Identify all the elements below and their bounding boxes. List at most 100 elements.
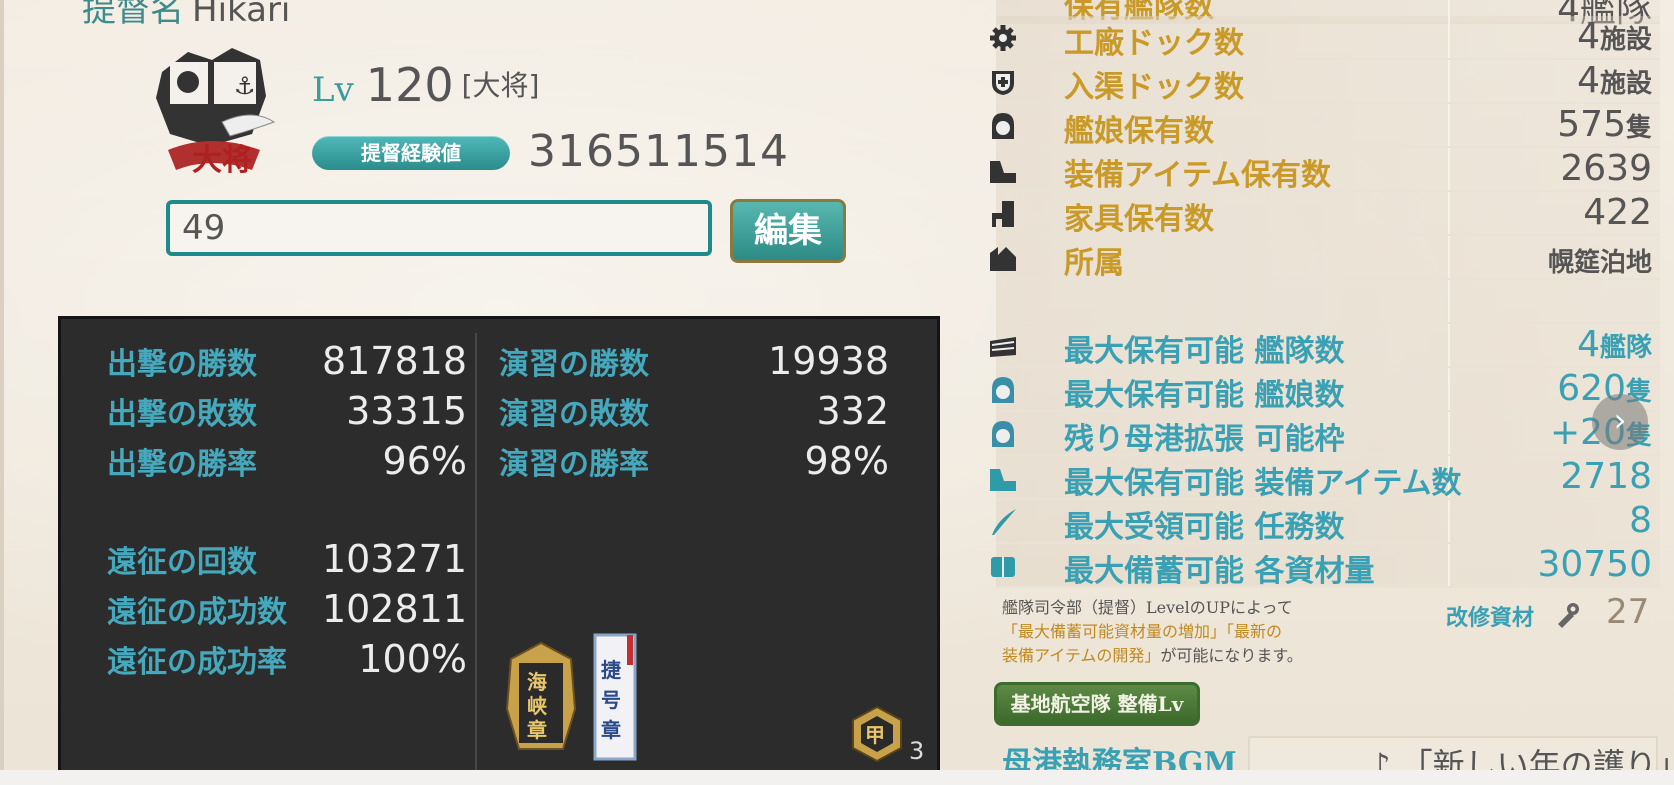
medal-count: 3 (909, 737, 925, 765)
svg-text:海: 海 (527, 670, 547, 694)
bgm-label: 母港執務室BGM (1002, 746, 1237, 770)
stat-row-furniture: 家具保有数 422 (992, 192, 1660, 237)
stat-label: 工廠ドック数 (1064, 26, 1244, 61)
exp-value: 316511514 (528, 126, 789, 177)
stat-label: 入渠ドック数 (1064, 70, 1244, 105)
svg-text:章: 章 (527, 718, 547, 742)
row-separator (1448, 324, 1450, 366)
comment-input[interactable] (166, 200, 712, 256)
exercise-wins-label: 演習の勝数 (499, 347, 649, 382)
sortie-losses-label: 出撃の敗数 (107, 397, 257, 432)
gear-icon (990, 25, 1016, 51)
stat-value: 2639 (1560, 148, 1652, 189)
stat-value: 4艦隊 (1577, 324, 1652, 365)
stat-value: 575隻 (1557, 104, 1652, 145)
svg-text:章: 章 (601, 718, 621, 742)
row-separator (1448, 148, 1450, 190)
stat-value: 4施設 (1577, 60, 1652, 101)
stat-label: 艦娘保有数 (1064, 114, 1214, 149)
sortie-rate-label: 出撃の勝率 (107, 447, 257, 482)
bgm-value[interactable]: ♪ 「新しい年の護り」 (1370, 740, 1674, 770)
level-label: Lv (312, 70, 354, 110)
chevron-right-icon: › (1613, 401, 1627, 439)
row-separator (1448, 280, 1450, 322)
note-line-2: 「最大備蓄可能資材量の増加」「最新の (1002, 622, 1283, 641)
stat-row-equipment: 装備アイテム保有数 2639 (990, 148, 1660, 193)
admiral-name-header: 提督名 Hikari (82, 0, 290, 31)
bottom-bar (0, 770, 1674, 785)
stat-row-max-shipgirls: 最大保有可能 艦娘数 620隻 (992, 368, 1660, 413)
stat-label: 最大受領可能 任務数 (1064, 510, 1345, 545)
expedition-count-value: 103271 (321, 537, 467, 581)
stat-label: 最大保有可能 装備アイテム数 (1064, 466, 1462, 501)
stat-value: 8 (1629, 500, 1652, 541)
quill-icon (992, 509, 1016, 535)
base-air-corps-button[interactable]: 基地航空隊 整備Lv (994, 682, 1200, 726)
expedition-success-label: 遠征の成功数 (107, 595, 287, 630)
stat-label: 所属 (1064, 246, 1124, 281)
expedition-success-value: 102811 (321, 587, 467, 631)
row-separator (1448, 236, 1450, 278)
next-page-button[interactable]: › (1592, 394, 1648, 450)
stat-row-affiliation: 所属 幌筵泊地 (990, 236, 1660, 281)
row-separator (1448, 60, 1450, 102)
row-separator (1448, 412, 1450, 454)
expedition-rate-label: 遠征の成功率 (107, 645, 287, 680)
expedition-count-label: 遠征の回数 (107, 545, 257, 580)
stat-value: 幌筵泊地 (1547, 248, 1652, 278)
profile-page: 提督名 Hikari ⚓ 大将 Lv 120 [大将] 提督経験値 316511514… (0, 0, 1674, 770)
shipgirl-icon (992, 377, 1014, 403)
row-separator (1448, 544, 1450, 586)
shipgirl-icon (992, 113, 1014, 139)
equipment-icon (990, 469, 1016, 491)
stat-label: 最大保有可能 艦隊数 (1064, 334, 1345, 369)
furniture-icon (992, 201, 1014, 227)
stat-row-expansion: 残り母港拡張 可能枠 +20隻 (992, 412, 1660, 457)
svg-text:⚓: ⚓ (234, 72, 256, 100)
header-name: Hikari (192, 0, 291, 30)
level-row: Lv 120 [大将] (312, 58, 539, 112)
bath-icon (992, 71, 1014, 95)
stat-label: 最大保有可能 艦娘数 (1064, 378, 1345, 413)
improvement-material-label: 改修資材 (1446, 605, 1535, 631)
row-separator (1448, 192, 1450, 234)
battle-record-panel: 出撃の勝数 817818 出撃の敗数 33315 出撃の勝率 96% 遠征の回数… (58, 316, 940, 770)
sortie-wins-label: 出撃の勝数 (107, 347, 257, 382)
exercise-losses-label: 演習の敗数 (499, 397, 649, 432)
row-separator (1448, 368, 1450, 410)
fleet-icon (990, 337, 1016, 357)
affiliation-icon (990, 247, 1016, 271)
stat-unit: 隻 (1625, 113, 1652, 143)
stat-unit: 施設 (1599, 25, 1652, 55)
commendation-ribbon-icon: 捷 号 章 (593, 633, 637, 761)
expedition-rate-value: 100% (358, 637, 467, 681)
svg-text:捷: 捷 (601, 658, 622, 682)
stat-value: 422 (1583, 192, 1652, 233)
sortie-rate-value: 96% (382, 439, 467, 483)
stat-value: 2718 (1560, 456, 1652, 497)
stat-row-spacer (996, 280, 1660, 324)
header-title-label: 提督名 (82, 0, 184, 30)
stat-label: 家具保有数 (1064, 202, 1214, 237)
svg-text:甲: 甲 (865, 723, 885, 747)
stat-row-build-docks: 工廠ドック数 4施設 (990, 16, 1660, 61)
exp-badge: 提督経験値 (312, 136, 510, 170)
svg-text:峡: 峡 (527, 694, 548, 718)
sortie-losses-value: 33315 (346, 389, 467, 433)
row-separator (1448, 104, 1450, 146)
stat-label: 残り母港拡張 可能枠 (1064, 422, 1345, 457)
svg-text:大将: 大将 (192, 143, 252, 178)
note-line-1: 艦隊司令部（提督）LevelのUPによって (1002, 598, 1293, 617)
left-edge (0, 0, 4, 770)
rank-emblem-icon: ⚓ 大将 (156, 48, 276, 178)
record-divider (475, 333, 477, 770)
wrench-icon (1558, 603, 1579, 628)
shipgirl-icon (992, 421, 1014, 447)
note-line-3-highlight: 装備アイテムの開発」 (1002, 646, 1161, 665)
row-separator (1448, 16, 1450, 58)
edit-button[interactable]: 編集 (730, 199, 846, 263)
stat-number: 575 (1557, 104, 1626, 145)
rank-label: [大将] (461, 69, 540, 102)
strait-medal-icon: 海 峡 章 (505, 641, 577, 750)
stat-row-max-fleets: 最大保有可能 艦隊数 4艦隊 (990, 324, 1660, 369)
